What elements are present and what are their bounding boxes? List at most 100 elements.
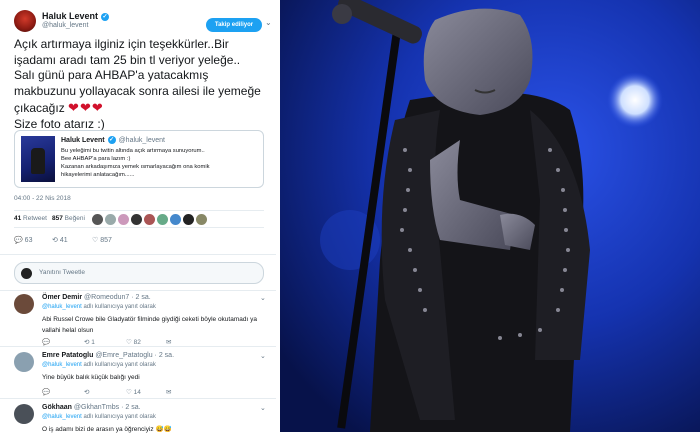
divider	[0, 290, 276, 291]
reply-count: 63	[24, 237, 33, 244]
liker-avatar[interactable]	[131, 214, 142, 225]
reply-line: Yine büyük balık küçük balığı yedi	[42, 374, 140, 381]
like-label: Beğeni	[64, 215, 85, 222]
chevron-down-icon[interactable]: ⌄	[265, 18, 272, 27]
liker-avatar[interactable]	[118, 214, 129, 225]
retweet-count: 1	[91, 339, 95, 346]
reply-author-name[interactable]: Gökhaan	[42, 404, 72, 411]
reply-author: Gökhaan @GkhanTmbs · 2 sa.	[42, 404, 141, 411]
liker-avatar[interactable]	[157, 214, 168, 225]
reply-to: @haluk_levent adlı kullanıcıya yanıt ola…	[42, 304, 156, 310]
tweet-line: Salı günü para AHBAP'a yatacakmış	[14, 68, 209, 83]
reply-author-handle[interactable]: @Emre_Patatoglu · 2 sa.	[95, 352, 174, 359]
verified-badge-icon: ✓	[107, 136, 116, 144]
heart-icon[interactable]: ♡	[92, 237, 98, 244]
reply-author-handle[interactable]: @GkhanTmbs · 2 sa.	[74, 404, 141, 411]
reply-author: Emre Patatoglu @Emre_Patatoglu · 2 sa.	[42, 352, 174, 359]
tweet-line: Açık artırmaya ilginiz için teşekkürler.…	[14, 37, 229, 51]
reply-icon[interactable]: 💬	[42, 388, 50, 396]
like-action[interactable]: ♡ 857	[92, 236, 112, 244]
quoted-line: hikayelerimi anlatacağım......	[61, 172, 135, 178]
quoted-line: Kazanan arkadaşımıza yemek ısmarlayacağı…	[61, 164, 210, 170]
author-name-text[interactable]: Haluk Levent	[42, 11, 98, 21]
like-count: 14	[133, 389, 141, 396]
liker-avatar[interactable]	[170, 214, 181, 225]
reply-author-name[interactable]: Emre Patatoglu	[42, 352, 93, 359]
reply-author-handle[interactable]: @Romeodun7 · 2 sa.	[84, 294, 151, 301]
author-handle[interactable]: @haluk_levent	[42, 22, 88, 29]
like-action[interactable]: ♡ 82	[126, 338, 141, 346]
chevron-down-icon[interactable]: ⌄	[260, 352, 266, 360]
quoted-line: Bu yeleğimi bu twitin altında açık artır…	[61, 148, 205, 154]
author-name[interactable]: Haluk Levent ✓	[42, 11, 110, 21]
concert-photo	[280, 0, 700, 432]
reply-to-handle[interactable]: @haluk_levent	[42, 304, 82, 310]
reply-to-handle[interactable]: @haluk_levent	[42, 362, 82, 368]
tweet-line: makbuzunu yollayacak sonra ailesi ile ye…	[14, 84, 261, 99]
reply-icon[interactable]: 💬	[42, 338, 50, 346]
reply-item[interactable]: Ömer Demir @Romeodun7 · 2 sa. ⌄ @haluk_l…	[14, 294, 270, 346]
divider	[0, 398, 276, 399]
reply-item[interactable]: Emre Patatoglu @Emre_Patatoglu · 2 sa. ⌄…	[14, 352, 270, 398]
message-icon[interactable]: ✉	[166, 338, 171, 346]
divider	[0, 254, 276, 255]
reply-author: Ömer Demir @Romeodun7 · 2 sa.	[42, 294, 151, 301]
quoted-line: Bee AHBAP'a para lazım :)	[61, 156, 131, 162]
tweet-timestamp[interactable]: 04:00 - 22 Nis 2018	[14, 195, 71, 202]
tweet-header: Haluk Levent ✓ @haluk_levent Takip ediliy…	[14, 10, 272, 40]
retweet-action[interactable]: ⟲ 1	[84, 338, 95, 346]
retweet-count: 41	[59, 237, 68, 244]
liker-avatar[interactable]	[92, 214, 103, 225]
tweet-line: işadamı aradı tam 25 bin tl veriyor yele…	[14, 52, 241, 67]
retweet-icon[interactable]: ⟲	[52, 237, 58, 244]
reply-text: Yine büyük balık küçük balığı yedi	[42, 372, 268, 383]
quoted-tweet-image[interactable]	[21, 136, 55, 182]
avatar[interactable]	[14, 294, 34, 314]
retweet-count: 41	[14, 215, 22, 222]
like-count: 82	[133, 339, 141, 346]
liker-avatar[interactable]	[183, 214, 194, 225]
verified-badge-icon: ✓	[101, 12, 110, 21]
reply-item[interactable]: Gökhaan @GkhanTmbs · 2 sa. ⌄ @haluk_leve…	[14, 404, 270, 438]
quoted-tweet-text: Bu yeleğimi bu twitin altında açık artır…	[61, 147, 261, 179]
reply-to-suffix: adlı kullanıcıya yanıt olarak	[83, 304, 156, 310]
reply-text: Abi Russel Crowe bile Gladyatör filminde…	[42, 314, 268, 336]
retweet-stat[interactable]: 41 Retweet	[14, 215, 47, 222]
quoted-author-handle: @haluk_levent	[118, 136, 165, 144]
retweet-action[interactable]: ⟲ 41	[52, 236, 68, 244]
avatar[interactable]	[14, 352, 34, 372]
reply-icon[interactable]: 💬	[14, 237, 23, 244]
heart-emoji: ❤❤❤	[68, 99, 104, 115]
avatar[interactable]	[14, 404, 34, 424]
retweet-label: Retweet	[23, 215, 47, 222]
reply-placeholder: Yanıtını Tweetle	[39, 269, 86, 276]
reply-actions: 💬 ⟲ ♡ 14 ✉	[42, 388, 242, 398]
tweet-line-text: çıkacağız	[14, 100, 65, 115]
reply-line: Abi Russel Crowe bile Gladyatör filminde…	[42, 316, 257, 323]
like-action[interactable]: ♡ 14	[126, 388, 141, 396]
following-button[interactable]: Takip ediliyor	[206, 18, 262, 32]
message-icon[interactable]: ✉	[166, 388, 171, 396]
reply-text: O iş adamı bizi de arasın ya öğrenciyiz …	[42, 424, 268, 435]
quoted-tweet[interactable]: Haluk Levent ✓ @haluk_levent Bu yeleğimi b…	[14, 130, 264, 188]
reply-to: @haluk_levent adlı kullanıcıya yanıt ola…	[42, 362, 156, 368]
avatar[interactable]	[14, 10, 36, 32]
tweet-line: çıkacağız ❤❤❤	[14, 100, 276, 117]
liker-avatar[interactable]	[196, 214, 207, 225]
like-stat[interactable]: 857 Beğeni	[52, 215, 85, 222]
retweet-action[interactable]: ⟲	[84, 388, 89, 396]
quoted-author: Haluk Levent ✓ @haluk_levent	[61, 136, 165, 144]
reply-input[interactable]: Yanıtını Tweetle	[14, 262, 264, 284]
liker-avatar[interactable]	[105, 214, 116, 225]
singer-photo-illustration	[280, 0, 700, 432]
chevron-down-icon[interactable]: ⌄	[260, 404, 266, 412]
chevron-down-icon[interactable]: ⌄	[260, 294, 266, 302]
like-count: 857	[100, 237, 112, 244]
reply-to-handle[interactable]: @haluk_levent	[42, 414, 82, 420]
like-count: 857	[52, 215, 63, 222]
liker-avatar[interactable]	[144, 214, 155, 225]
avatar	[21, 268, 32, 279]
reply-line: O iş adamı bizi de arasın ya öğrenciyiz …	[42, 426, 172, 433]
reply-author-name[interactable]: Ömer Demir	[42, 294, 82, 301]
reply-action[interactable]: 💬 63	[14, 236, 32, 244]
